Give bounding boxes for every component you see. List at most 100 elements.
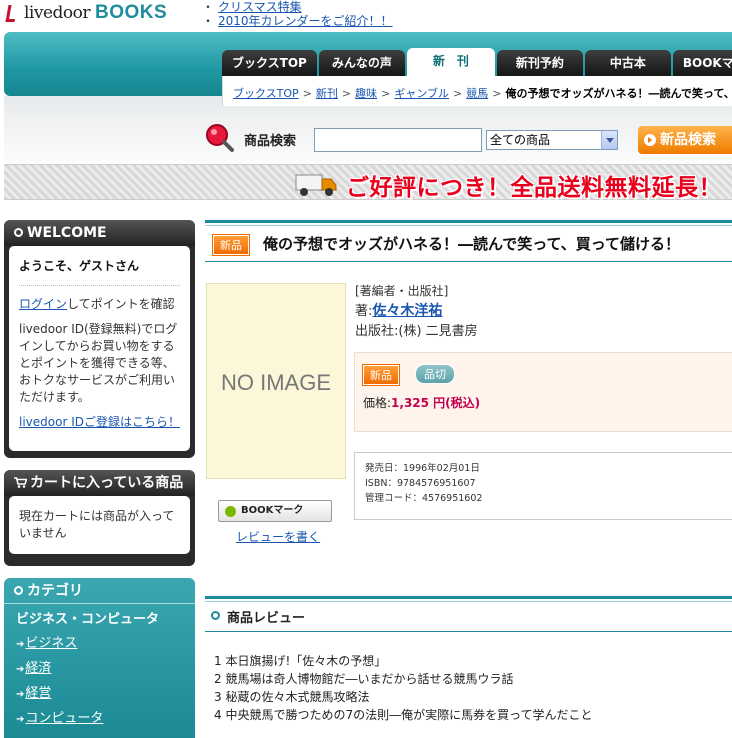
release-date: 発売日：1996年02月01日 xyxy=(365,463,480,474)
publisher: 出版社:(株) 二見書房 xyxy=(355,324,478,339)
welcome-title-text: WELCOME xyxy=(27,225,107,241)
login-line: ログインしてポイントを確認 xyxy=(19,296,180,313)
isbn: ISBN：9784576951607 xyxy=(365,478,476,489)
tab-new-release[interactable]: 新 刊 xyxy=(406,48,495,76)
no-image-text: NO IMAGE xyxy=(220,370,331,395)
product-title: 俺の予想でオッズがハネる！―読んで笑って、買って儲ける！ xyxy=(263,235,681,253)
search-input[interactable] xyxy=(314,128,482,152)
sold-out-badge: 品切 xyxy=(415,364,455,384)
promo-link-christmas[interactable]: クリスマス特集 xyxy=(218,0,302,14)
price-panel: 新品 品切 価格:1,325 円(税込) xyxy=(354,352,732,432)
promo-link-calendar[interactable]: 2010年カレンダーをご紹介！！ xyxy=(218,14,393,28)
main-nav-tabs: ブックスTOP みんなの声 新 刊 新刊予約 中古本 BOOKマーク xyxy=(222,48,732,76)
cart-title: カートに入っている商品 xyxy=(4,470,195,496)
bookmark-button[interactable]: BOOKマーク xyxy=(218,500,332,522)
tab-used-books[interactable]: 中古本 xyxy=(584,50,671,76)
tab-books-top[interactable]: ブックスTOP xyxy=(222,50,317,76)
management-code: 管理コード：4576951602 xyxy=(365,493,483,504)
author-line: 著:佐々木洋祐 xyxy=(355,301,478,322)
category-item-computer[interactable]: ➔コンピュータ xyxy=(4,704,195,729)
breadcrumb: ブックスTOP > 新刊 > 趣味 > ギャンブル > 競馬 > 俺の予想でオッズがハネる！―読んで… xyxy=(233,85,732,101)
book-cover-image: NO IMAGE xyxy=(206,283,346,479)
product-title-bar: 新品 俺の予想でオッズがハネる！―読んで笑って、買って儲ける！ xyxy=(205,220,732,262)
write-review-link[interactable]: レビューを書く xyxy=(236,528,320,545)
category-title-text: カテゴリ xyxy=(27,583,83,599)
tab-bookmark[interactable]: BOOKマーク xyxy=(672,50,732,76)
search-button-label: 新品検索 xyxy=(660,132,716,148)
breadcrumb-hobby[interactable]: 趣味 xyxy=(355,87,377,100)
promo-bullet: ・ xyxy=(202,14,215,28)
breadcrumb-separator: > xyxy=(302,87,312,100)
promo-bullet: ・ xyxy=(202,0,215,14)
tab-preorder[interactable]: 新刊予約 xyxy=(496,50,583,76)
welcome-greeting: ようこそ、ゲストさん xyxy=(19,258,180,286)
circle-bullet-icon xyxy=(14,586,23,595)
breadcrumb-separator: > xyxy=(381,87,391,100)
price-label: 価格: xyxy=(363,396,392,410)
bookmark-label: BOOKマーク xyxy=(241,505,304,516)
breadcrumb-separator: > xyxy=(453,87,463,100)
arrow-right-icon xyxy=(644,134,656,146)
cart-icon xyxy=(14,477,28,488)
review-list: 1 本日旗揚げ!「佐々木の予想」 2 競馬場は奇人博物館だ―いまだから話せる競馬… xyxy=(214,652,593,724)
new-book-search-button[interactable]: 新品検索 xyxy=(638,126,732,154)
search-magnifier-icon xyxy=(206,124,234,152)
livedoor-books-logo[interactable]: livedoor BOOKS xyxy=(4,2,167,24)
arrow-right-icon: ➔ xyxy=(16,689,25,700)
new-badge: 新品 xyxy=(212,234,250,256)
price-value: 1,325 円(税込) xyxy=(391,396,481,410)
login-suffix: してポイントを確認 xyxy=(67,297,175,311)
category-box: カテゴリ ビジネス・コンピュータ ➔ビジネス ➔経済 ➔経営 ➔コンピュータ xyxy=(4,578,195,738)
search-category-select[interactable]: 全ての商品 xyxy=(486,130,618,150)
list-item: 3 秘蔵の佐々木式競馬攻略法 xyxy=(214,690,370,704)
welcome-description: livedoor ID(登録無料)でログインしてからお買い物をするとポイントを獲… xyxy=(19,322,178,404)
cart-box: カートに入っている商品 現在カートには商品が入っていません xyxy=(4,470,195,566)
review-section-title: 商品レビュー xyxy=(227,611,306,626)
breadcrumb-separator: > xyxy=(492,87,502,100)
category-item-business[interactable]: ➔ビジネス xyxy=(4,629,195,654)
bookmark-star-icon xyxy=(225,506,236,517)
livedoor-id-register-link[interactable]: livedoor IDご登録はこちら！ xyxy=(19,415,180,429)
circle-bullet-icon xyxy=(211,611,220,620)
arrow-right-icon: ➔ xyxy=(16,639,25,650)
list-item: 4 中央競馬で勝つための7の法則―俺が実際に馬券を買って学んだこと xyxy=(214,708,593,722)
breadcrumb-separator: > xyxy=(341,87,352,100)
category-heading: ビジネス・コンピュータ xyxy=(16,612,160,627)
welcome-body: ようこそ、ゲストさん ログインしてポイントを確認 livedoor ID(登録無… xyxy=(9,246,190,451)
cart-title-text: カートに入っている商品 xyxy=(30,475,184,491)
breadcrumb-new[interactable]: 新刊 xyxy=(316,87,338,100)
welcome-title: WELCOME xyxy=(4,220,195,246)
price-new-badge: 新品 xyxy=(362,364,400,386)
list-item: 2 競馬場は奇人博物館だ―いまだから話せる競馬ウラ話 xyxy=(214,672,514,686)
arrow-right-icon: ➔ xyxy=(16,664,25,675)
author-link[interactable]: 佐々木洋祐 xyxy=(372,303,442,319)
category-item-economy[interactable]: ➔経済 xyxy=(4,654,195,679)
chevron-down-icon xyxy=(601,131,617,149)
circle-bullet-icon xyxy=(14,228,23,237)
free-shipping-banner[interactable]: ご好評につき！全品送料無料延長！ xyxy=(4,164,732,201)
cart-message: 現在カートには商品が入っていません xyxy=(9,496,190,554)
author-prefix: 著: xyxy=(355,304,373,319)
logo-name: livedoor xyxy=(24,3,91,23)
livedoor-logo-icon xyxy=(4,3,22,23)
category-item-management[interactable]: ➔経営 xyxy=(4,679,195,704)
tab-minna-no-koe[interactable]: みんなの声 xyxy=(318,50,405,76)
product-info: [著編者・出版社] 著:佐々木洋祐 出版社:(株) 二見書房 xyxy=(355,281,478,342)
welcome-box: WELCOME ようこそ、ゲストさん ログインしてポイントを確認 livedoo… xyxy=(4,220,195,458)
breadcrumb-gamble[interactable]: ギャンブル xyxy=(394,87,449,100)
arrow-right-icon: ➔ xyxy=(16,714,25,725)
price: 価格:1,325 円(税込) xyxy=(363,394,480,411)
search-category-value: 全ての商品 xyxy=(490,133,551,147)
breadcrumb-keiba[interactable]: 競馬 xyxy=(466,87,488,100)
search-bar: 商品検索 全ての商品 新品検索 xyxy=(200,118,732,162)
login-link[interactable]: ログイン xyxy=(19,297,67,311)
logo-books: BOOKS xyxy=(95,2,168,23)
product-meta: 発売日：1996年02月01日 ISBN：9784576951607 管理コード… xyxy=(354,452,732,520)
info-heading: [著編者・出版社] xyxy=(355,284,449,298)
promo-links: ・クリスマス特集 ・ 2010年カレンダーをご紹介！！ xyxy=(202,0,393,28)
breadcrumb-books-top[interactable]: ブックスTOP xyxy=(233,87,299,100)
banner-text: ご好評につき！全品送料無料延長！ xyxy=(346,175,722,201)
breadcrumb-current: 俺の予想でオッズがハネる！―読んで笑って、買って儲ける！ xyxy=(505,87,732,100)
category-title: カテゴリ xyxy=(4,578,195,604)
delivery-truck-icon xyxy=(295,174,337,196)
